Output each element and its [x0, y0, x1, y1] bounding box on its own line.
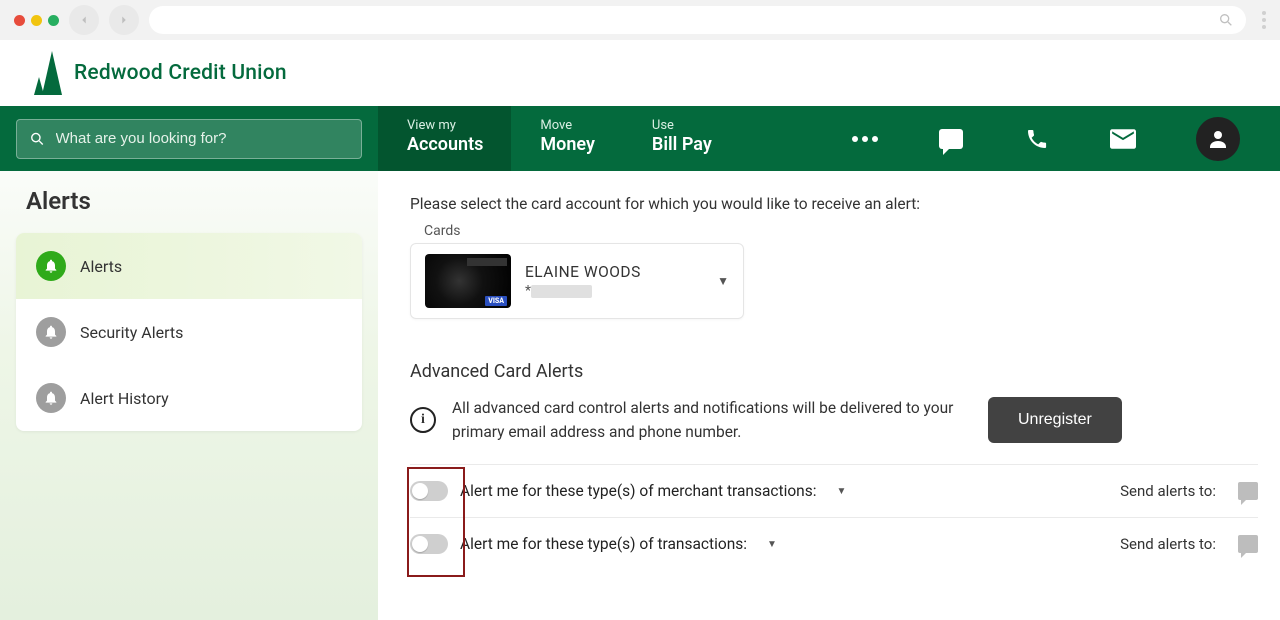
more-menu-icon[interactable] [852, 126, 878, 152]
advanced-alerts-title: Advanced Card Alerts [410, 361, 1258, 382]
instruction-text: Please select the card account for which… [410, 195, 1258, 213]
sms-channel-icon[interactable] [1238, 535, 1258, 553]
sidebar-item-label: Alert History [80, 389, 169, 408]
toggle-merchant-transactions[interactable] [410, 481, 448, 501]
chat-icon[interactable] [938, 126, 964, 152]
info-icon: i [410, 407, 436, 433]
close-window-icon[interactable] [14, 15, 25, 26]
primary-nav: View my Accounts Move Money Use Bill Pay [0, 106, 1280, 171]
nav-tab-money[interactable]: Move Money [511, 106, 623, 171]
sms-channel-icon[interactable] [1238, 482, 1258, 500]
sidebar-title: Alerts [16, 171, 362, 233]
nav-tab-pre: Move [540, 118, 595, 134]
nav-tab-main: Bill Pay [652, 134, 712, 156]
sidebar-item-alert-history[interactable]: Alert History [16, 365, 362, 431]
mail-icon[interactable] [1110, 126, 1136, 152]
back-button[interactable] [69, 5, 99, 35]
brand-logo-icon [34, 51, 62, 95]
dropdown-icon[interactable]: ▼ [767, 539, 777, 550]
chevron-down-icon: ▼ [717, 274, 729, 288]
phone-icon[interactable] [1024, 126, 1050, 152]
card-image-icon [425, 254, 511, 308]
bell-icon [36, 317, 66, 347]
alert-row-transaction-types: Alert me for these type(s) of transactio… [410, 518, 1258, 570]
nav-tab-billpay[interactable]: Use Bill Pay [623, 106, 740, 171]
nav-tab-accounts[interactable]: View my Accounts [378, 106, 511, 171]
nav-tab-main: Money [540, 134, 595, 156]
sidebar-item-security-alerts[interactable]: Security Alerts [16, 299, 362, 365]
cards-label: Cards [424, 223, 1258, 239]
browser-menu-icon[interactable] [1256, 11, 1266, 29]
send-alerts-to-label: Send alerts to: [1120, 535, 1216, 553]
send-alerts-to-label: Send alerts to: [1120, 482, 1216, 500]
alert-row-label: Alert me for these type(s) of merchant t… [460, 482, 817, 500]
minimize-window-icon[interactable] [31, 15, 42, 26]
card-account-selector[interactable]: ELAINE WOODS *0000 ▼ [410, 243, 744, 319]
sidebar-item-alerts[interactable]: Alerts [16, 233, 362, 299]
profile-avatar[interactable] [1196, 117, 1240, 161]
alert-row-label: Alert me for these type(s) of transactio… [460, 535, 747, 553]
cardholder-name: ELAINE WOODS [525, 263, 703, 281]
sidebar-item-label: Security Alerts [80, 323, 183, 342]
toggle-transaction-types[interactable] [410, 534, 448, 554]
browser-chrome [0, 0, 1280, 40]
window-controls [14, 15, 59, 26]
address-bar[interactable] [149, 6, 1246, 34]
sidebar-item-label: Alerts [80, 257, 122, 276]
search-icon [29, 130, 46, 148]
bell-icon [36, 251, 66, 281]
nav-tab-pre: Use [652, 118, 712, 134]
site-search-input[interactable] [56, 130, 349, 147]
alerts-sidebar: Alerts Alerts Security Alerts Alert Hist… [0, 171, 378, 620]
search-icon [1218, 12, 1234, 28]
maximize-window-icon[interactable] [48, 15, 59, 26]
dropdown-icon[interactable]: ▼ [837, 486, 847, 497]
nav-tab-pre: View my [407, 118, 483, 134]
advanced-info-text: All advanced card control alerts and not… [452, 396, 972, 444]
bell-icon [36, 383, 66, 413]
brand-name: Redwood Credit Union [74, 61, 287, 85]
brand-header: Redwood Credit Union [0, 40, 1280, 106]
alert-row-merchant-types: Alert me for these type(s) of merchant t… [410, 465, 1258, 518]
card-masked-number: *0000 [525, 283, 703, 299]
alerts-content: Please select the card account for which… [378, 171, 1280, 620]
unregister-button[interactable]: Unregister [988, 397, 1122, 443]
nav-tab-main: Accounts [407, 134, 483, 156]
site-search[interactable] [16, 119, 362, 159]
forward-button[interactable] [109, 5, 139, 35]
